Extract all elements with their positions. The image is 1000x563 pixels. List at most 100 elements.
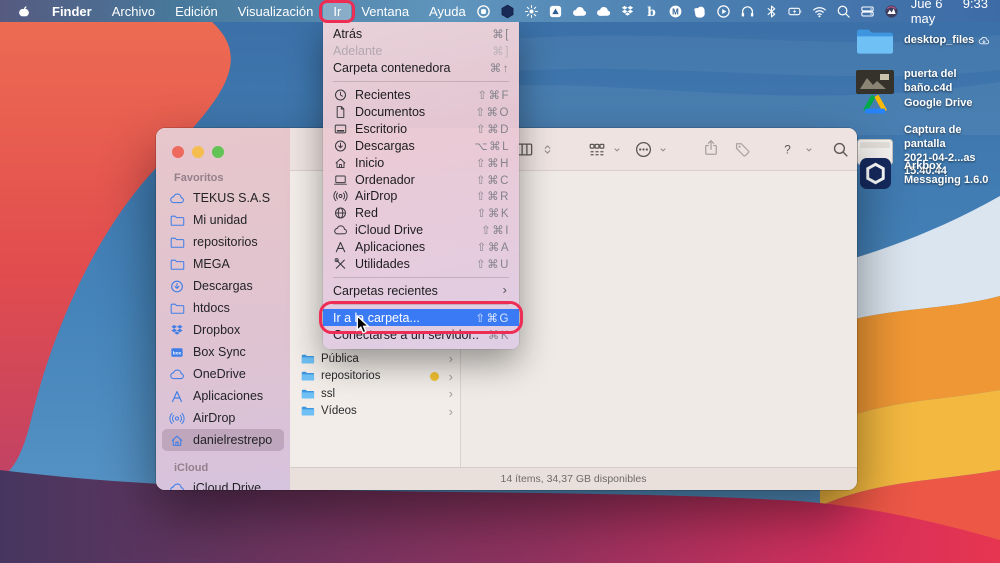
menu-bar-clock[interactable]: Jue 6 may 9:33 xyxy=(911,0,988,26)
updown-chevrons-icon[interactable] xyxy=(542,144,553,155)
chevron-right-icon: › xyxy=(449,405,453,418)
go-menu-item-airdrop[interactable]: AirDrop⇧⌘R xyxy=(323,188,519,205)
evernote-icon[interactable] xyxy=(692,4,707,19)
menu-item-label: Escritorio xyxy=(355,122,468,136)
menubar-item-ventana[interactable]: Ventana xyxy=(351,0,419,22)
go-menu-item-escritorio[interactable]: Escritorio⇧⌘D xyxy=(323,120,519,137)
go-menu-item-documentos[interactable]: Documentos⇧⌘O xyxy=(323,104,519,121)
sidebar-item-label: Box Sync xyxy=(193,345,246,359)
airdrop-icon xyxy=(333,189,349,204)
dropbox-icon xyxy=(169,323,186,338)
go-menu-item-icloud-drive[interactable]: iCloud Drive⇧⌘I xyxy=(323,222,519,239)
minimize-button[interactable] xyxy=(192,146,204,158)
svg-text:M: M xyxy=(672,7,679,16)
sidebar-item-onedrive[interactable]: OneDrive xyxy=(162,363,284,385)
chevron-down-icon[interactable] xyxy=(658,145,668,155)
sidebar-item-label: AirDrop xyxy=(193,411,235,425)
go-menu-item-ir-a-la-carpeta[interactable]: Ir a la carpeta...⇧⌘G xyxy=(323,309,519,326)
sidebar-item-airdrop[interactable]: AirDrop xyxy=(162,407,284,429)
sidebar-item-icloud-drive[interactable]: iCloud Drive xyxy=(162,477,284,490)
share-icon[interactable] xyxy=(702,139,720,157)
sidebar-item-mega[interactable]: MEGA xyxy=(162,253,284,275)
play-square-icon[interactable] xyxy=(548,4,563,19)
go-menu-item-carpetas-recientes[interactable]: Carpetas recientes xyxy=(323,282,519,299)
tag-icon[interactable] xyxy=(734,141,751,158)
go-menu-item-inicio[interactable]: Inicio⇧⌘H xyxy=(323,154,519,171)
cloud-icon[interactable] xyxy=(572,4,587,19)
cloud-icon xyxy=(169,191,186,206)
go-menu-item-red[interactable]: Red⇧⌘K xyxy=(323,205,519,222)
search-icon[interactable] xyxy=(832,141,849,158)
hexagon-icon[interactable] xyxy=(500,4,515,19)
go-menu-item-utilidades[interactable]: Utilidades⇧⌘U xyxy=(323,256,519,273)
menu-item-label: Ordenador xyxy=(355,173,468,187)
go-menu-item-conectarse-a-un-servidor[interactable]: Conectarse a un servidor...⌘K xyxy=(323,326,519,343)
menubar-item-edición[interactable]: Edición xyxy=(165,0,228,22)
chevron-down-icon[interactable] xyxy=(804,145,814,155)
file-row-repositorios[interactable]: repositorios› xyxy=(290,368,460,386)
submenu-chevron-icon xyxy=(500,285,510,296)
unsynced-dot xyxy=(430,372,439,381)
group-by-icon[interactable] xyxy=(588,141,606,159)
sidebar-item-tekus-s-a-s[interactable]: TEKUS S.A.S xyxy=(162,187,284,209)
sidebar-item-label: htdocs xyxy=(193,301,230,315)
sidebar-item-descargas[interactable]: Descargas xyxy=(162,275,284,297)
go-menu-item-aplicaciones[interactable]: Aplicaciones⇧⌘A xyxy=(323,239,519,256)
file-name: Pública xyxy=(321,353,359,365)
stats-icon[interactable] xyxy=(884,4,899,19)
record-icon[interactable] xyxy=(476,4,491,19)
sidebar-item-htdocs[interactable]: htdocs xyxy=(162,297,284,319)
zoom-button[interactable] xyxy=(212,146,224,158)
menubar-item-finder[interactable]: Finder xyxy=(42,0,102,22)
cloud-icon xyxy=(169,481,186,491)
sidebar-item-repositorios[interactable]: repositorios xyxy=(162,231,284,253)
file-row-vídeos[interactable]: Vídeos› xyxy=(290,403,460,421)
sidebar-item-aplicaciones[interactable]: Aplicaciones xyxy=(162,385,284,407)
wifi-icon[interactable] xyxy=(812,4,827,19)
folder-icon xyxy=(300,404,315,418)
menubar-item-visualización[interactable]: Visualización xyxy=(228,0,324,22)
cloud-icon[interactable] xyxy=(596,4,611,19)
desktop-item-google-drive[interactable]: Google Drive xyxy=(853,92,1000,116)
drive-icon[interactable] xyxy=(860,4,875,19)
dropbox-icon[interactable] xyxy=(620,4,635,19)
m-circle-icon[interactable]: M xyxy=(668,4,683,19)
more-actions-icon[interactable] xyxy=(634,140,653,159)
letter-b-icon[interactable]: b xyxy=(644,4,659,19)
go-menu-item-descargas[interactable]: Descargas⌥⌘L xyxy=(323,137,519,154)
desktop-item-arkbox-messaging-1-6-0[interactable]: Arkbox Messaging 1.6.0 xyxy=(853,158,1000,189)
sidebar-item-dropbox[interactable]: Dropbox xyxy=(162,319,284,341)
globe-icon xyxy=(333,206,349,221)
computer-icon xyxy=(333,172,349,187)
menubar-item-ayuda[interactable]: Ayuda xyxy=(419,0,476,22)
date-text: Jue 6 may xyxy=(911,0,954,26)
sidebar-item-box-sync[interactable]: boxBox Sync xyxy=(162,341,284,363)
file-row-ssl[interactable]: ssl› xyxy=(290,385,460,403)
sidebar-item-label: danielrestrepo xyxy=(193,433,272,447)
battery-charging-icon[interactable] xyxy=(788,4,803,19)
sidebar-item-mi-unidad[interactable]: Mi unidad xyxy=(162,209,284,231)
sidebar-item-label: Dropbox xyxy=(193,323,240,337)
apple-menu-icon[interactable] xyxy=(6,0,42,22)
file-row-pública[interactable]: Pública› xyxy=(290,350,460,368)
chevron-down-icon[interactable] xyxy=(612,145,622,155)
sun-icon[interactable] xyxy=(524,4,539,19)
go-menu-item-adelante[interactable]: Adelante⌘] xyxy=(323,43,519,60)
bluetooth-icon[interactable] xyxy=(764,4,779,19)
spotlight-icon[interactable] xyxy=(836,4,851,19)
help-icon[interactable]: ? xyxy=(780,142,795,157)
sidebar-item-danielrestrepo[interactable]: danielrestrepo xyxy=(162,429,284,451)
menubar-item-ir[interactable]: Ir xyxy=(323,0,351,22)
sidebar-item-label: Descargas xyxy=(193,279,253,293)
go-menu-item-carpeta-contenedora[interactable]: Carpeta contenedora⌘↑ xyxy=(323,60,519,77)
go-menu-item-recientes[interactable]: Recientes⇧⌘F xyxy=(323,87,519,104)
go-menu-item-ordenador[interactable]: Ordenador⇧⌘C xyxy=(323,171,519,188)
play-circle-icon[interactable] xyxy=(716,4,731,19)
desktop-item-desktop-files[interactable]: desktop_files xyxy=(853,26,1000,56)
menu-bar: FinderArchivoEdiciónVisualizaciónIrVenta… xyxy=(0,0,1000,22)
folder-icon xyxy=(300,352,315,366)
close-button[interactable] xyxy=(172,146,184,158)
menubar-item-archivo[interactable]: Archivo xyxy=(102,0,165,22)
go-menu-item-atrás[interactable]: Atrás⌘[ xyxy=(323,26,519,43)
headphones-icon[interactable] xyxy=(740,4,755,19)
